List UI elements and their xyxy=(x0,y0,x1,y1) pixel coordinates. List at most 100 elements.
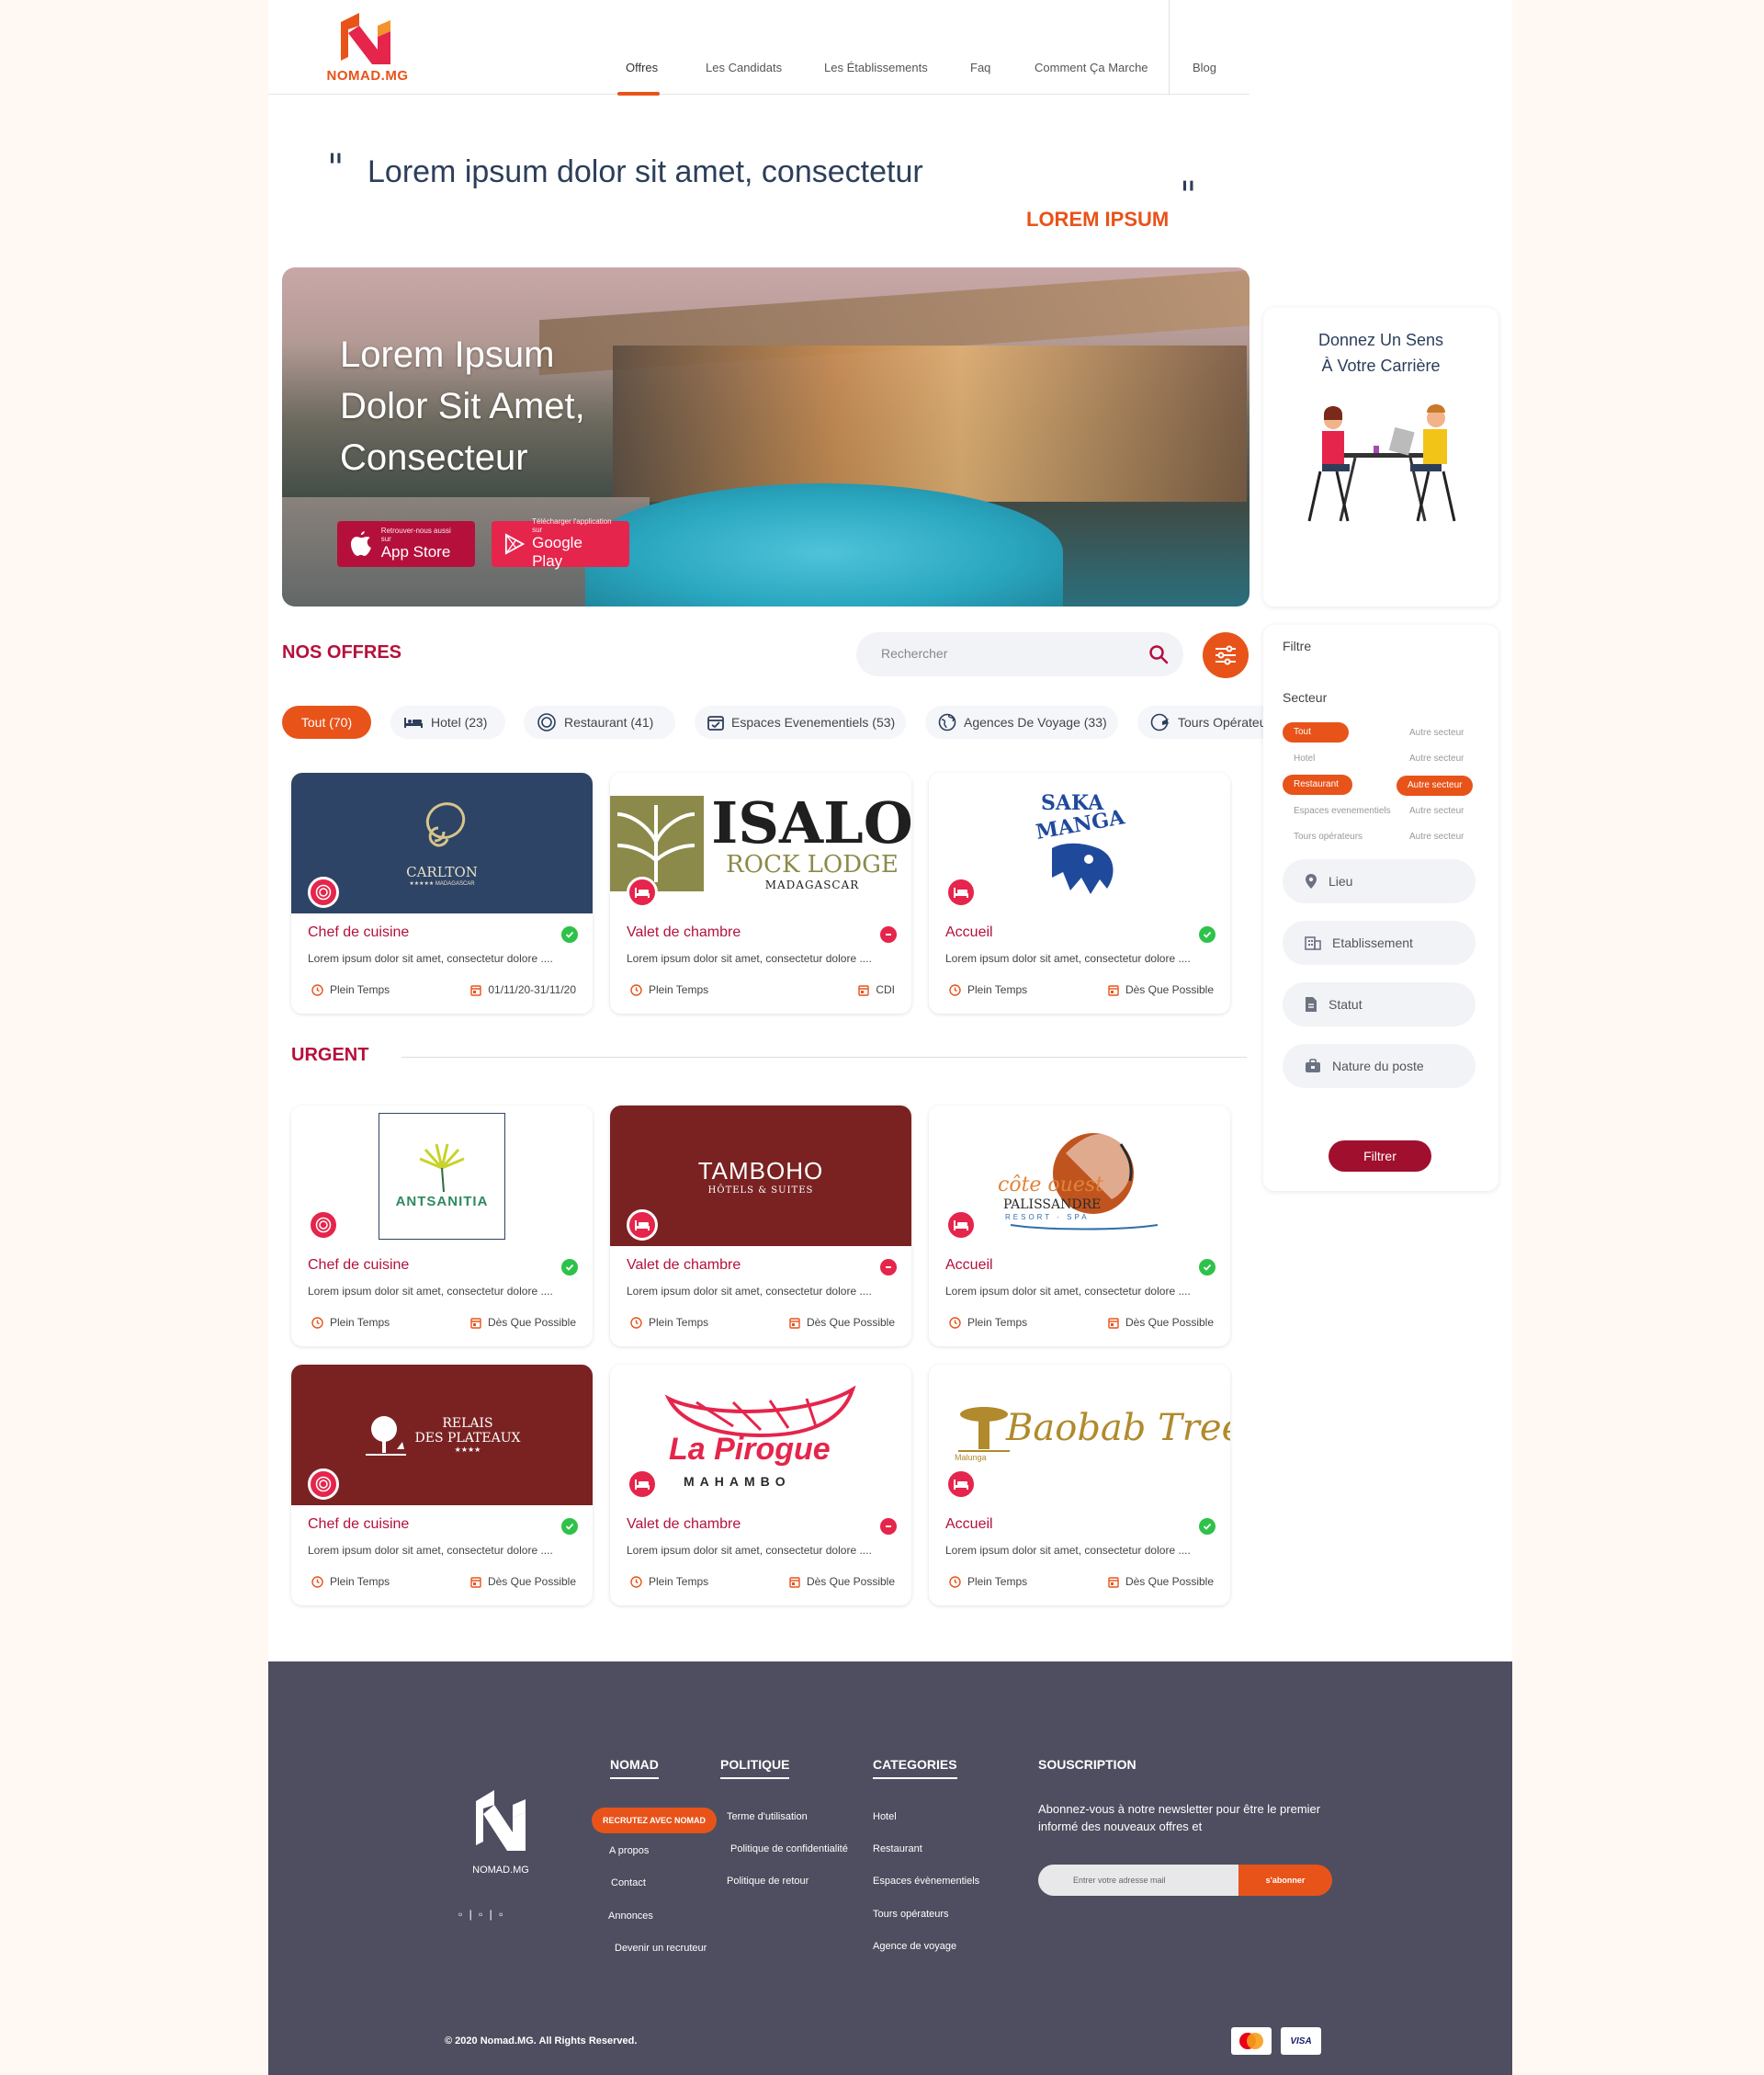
apple-icon xyxy=(350,531,371,556)
job-title: Valet de chambre xyxy=(627,1257,741,1273)
sector-chip-tout[interactable]: Tout xyxy=(1283,722,1349,743)
statut-field[interactable]: Statut xyxy=(1283,982,1476,1026)
relais-logo-text: RELAIS xyxy=(442,1416,493,1431)
job-card[interactable]: ANTSANITIA Chef de cuisine Lorem ipsum d… xyxy=(291,1106,593,1346)
job-card[interactable]: ISALO ROCK LODGE MADAGASCAR Valet de cha… xyxy=(610,773,911,1014)
site-logo[interactable]: NOMAD.MG xyxy=(326,13,409,96)
filtrer-button[interactable]: Filtrer xyxy=(1329,1140,1431,1172)
job-card[interactable]: Baobab Tree Malunga Accueil Lorem ipsum … xyxy=(929,1365,1230,1605)
sector-chip-espaces[interactable]: Espaces evenementiels xyxy=(1294,801,1391,822)
nav-offres[interactable]: Offres xyxy=(626,61,658,74)
category-agences[interactable]: Agences De Voyage (33) xyxy=(925,706,1118,739)
lieu-field[interactable]: Lieu xyxy=(1283,859,1476,903)
subscribe-button[interactable]: s'abonner xyxy=(1238,1865,1332,1896)
calendar-icon xyxy=(789,1317,800,1329)
job-contract-label: Plein Temps xyxy=(649,983,709,996)
job-card[interactable]: RELAIS DES PLATEAUX ★★★★ Chef de cuisine… xyxy=(291,1365,593,1605)
google-play-label: Google Play xyxy=(532,534,582,570)
isalo-logo-sub2: MADAGASCAR xyxy=(764,878,860,891)
category-tours[interactable]: Tours Opérateurs xyxy=(1137,706,1279,739)
etablissement-field[interactable]: Etablissement xyxy=(1283,921,1476,965)
job-date: 01/11/20-31/11/20 xyxy=(470,983,576,996)
recruit-button[interactable]: RECRUTEZ AVEC NOMAD xyxy=(592,1808,717,1833)
job-date-label: CDI xyxy=(876,983,895,996)
job-date-label: Dès Que Possible xyxy=(1125,983,1214,996)
job-card[interactable]: SAKA MANGA Accueil Lorem ipsum dolor sit… xyxy=(929,773,1230,1014)
job-card[interactable]: La Pirogue MAHAMBO Valet de chambre Lore… xyxy=(610,1365,911,1605)
sector-chip-autre[interactable]: Autre secteur xyxy=(1409,723,1464,743)
job-card[interactable]: CARLTON ★★★★★ MADAGASCAR Chef de cuisine… xyxy=(291,773,593,1014)
app-store-small: Retrouver-nous aussi sur xyxy=(380,527,451,543)
hotel-badge-icon xyxy=(627,1209,658,1241)
footer-link-espaces[interactable]: Espaces évènementiels xyxy=(873,1876,979,1887)
job-card[interactable]: côte ouest PALISSANDRE RESORT · SPA Accu… xyxy=(929,1106,1230,1346)
calendar-check-icon xyxy=(707,714,724,731)
sector-chip-restaurant[interactable]: Restaurant xyxy=(1283,775,1352,795)
nav-etablissements[interactable]: Les Établissements xyxy=(824,61,928,74)
job-card[interactable]: TAMBOHO HÔTELS & SUITES Valet de chambre… xyxy=(610,1106,911,1346)
search-icon[interactable] xyxy=(1148,644,1169,664)
copyright: © 2020 Nomad.MG. All Rights Reserved. xyxy=(445,2035,638,2047)
status-ok-icon xyxy=(561,926,578,943)
clock-icon xyxy=(630,1575,642,1588)
nav-comment[interactable]: Comment Ça Marche xyxy=(1035,61,1148,74)
job-description: Lorem ipsum dolor sit amet, consectetur … xyxy=(945,1285,1191,1298)
category-tout[interactable]: Tout (70) xyxy=(282,706,371,739)
footer-link-annonces[interactable]: Annonces xyxy=(608,1911,653,1922)
calendar-icon xyxy=(789,1576,800,1588)
job-contract: Plein Temps xyxy=(311,1316,390,1329)
calendar-icon xyxy=(858,984,870,996)
sector-chip-autre[interactable]: Autre secteur xyxy=(1409,749,1464,769)
footer-link-retour[interactable]: Politique de retour xyxy=(727,1876,808,1887)
nav-candidats[interactable]: Les Candidats xyxy=(706,61,782,74)
job-description: Lorem ipsum dolor sit amet, consectetur … xyxy=(945,952,1191,965)
job-contract-label: Plein Temps xyxy=(649,1575,709,1588)
sector-chip-autre[interactable]: Autre secteur xyxy=(1409,801,1464,822)
job-contract: Plein Temps xyxy=(630,983,708,996)
job-title: Chef de cuisine xyxy=(308,924,410,940)
sector-chip-hotel[interactable]: Hotel xyxy=(1294,749,1315,769)
footer-link-terme[interactable]: Terme d'utilisation xyxy=(727,1811,808,1822)
google-play-button[interactable]: Télécharger l'application sur Google Play xyxy=(492,517,629,570)
search-input[interactable]: Rechercher xyxy=(856,632,1183,676)
footer-link-apropos[interactable]: A propos xyxy=(609,1845,649,1856)
footer-link-recruteur[interactable]: Devenir un recruteur xyxy=(615,1943,707,1954)
sector-chip-autre-active[interactable]: Autre secteur xyxy=(1396,776,1474,796)
footer-link-hotel[interactable]: Hotel xyxy=(873,1811,897,1822)
category-restaurant[interactable]: Restaurant (41) xyxy=(524,706,675,739)
filter-toggle-button[interactable] xyxy=(1203,632,1249,678)
nav-faq[interactable]: Faq xyxy=(970,61,990,74)
footer-link-tours[interactable]: Tours opérateurs xyxy=(873,1909,949,1920)
relais-logo: RELAIS DES PLATEAUX ★★★★ xyxy=(364,1412,520,1458)
social-links[interactable]: ▫ | ▫ | ▫ xyxy=(458,1908,504,1921)
app-store-button[interactable]: Retrouver-nous aussi sur App Store xyxy=(337,521,475,567)
briefcase-icon xyxy=(1305,1059,1321,1073)
calendar-icon xyxy=(470,1576,481,1588)
restaurant-badge-icon xyxy=(308,877,339,908)
status-no-icon xyxy=(880,1518,897,1535)
nomad-logo-icon xyxy=(341,13,390,64)
nature-poste-field[interactable]: Nature du poste xyxy=(1283,1044,1476,1088)
footer-logo[interactable]: NOMAD.MG xyxy=(469,1790,533,1876)
job-date-label: Dès Que Possible xyxy=(1125,1316,1214,1329)
footer-link-restaurant[interactable]: Restaurant xyxy=(873,1843,922,1854)
sector-chip-autre[interactable]: Autre secteur xyxy=(1409,827,1464,847)
nav-blog[interactable]: Blog xyxy=(1193,61,1216,74)
document-icon xyxy=(1305,996,1317,1013)
sector-chip-tours[interactable]: Tours opérateurs xyxy=(1294,827,1363,847)
job-date: Dès Que Possible xyxy=(470,1575,576,1588)
footer-link-contact[interactable]: Contact xyxy=(611,1877,646,1888)
footer-souscription-title: SOUSCRIPTION xyxy=(1038,1757,1136,1772)
category-espaces[interactable]: Espaces Evenementiels (53) xyxy=(695,706,906,739)
category-hotel[interactable]: Hotel (23) xyxy=(390,706,505,739)
carlton-logo-sub: ★★★★★ MADAGASCAR xyxy=(409,880,475,887)
job-contract: Plein Temps xyxy=(949,1575,1027,1588)
category-filter-bar: Tout (70) Hotel (23) Restaurant (41) Esp… xyxy=(282,706,1279,739)
google-play-icon xyxy=(504,533,526,555)
footer-link-agence[interactable]: Agence de voyage xyxy=(873,1941,956,1952)
google-play-small: Télécharger l'application sur xyxy=(532,517,612,534)
footer-link-confidentialite[interactable]: Politique de confidentialité xyxy=(730,1843,848,1854)
urgent-divider xyxy=(401,1057,1247,1058)
job-date: CDI xyxy=(858,983,895,996)
filter-label: Filtre xyxy=(1283,639,1312,653)
